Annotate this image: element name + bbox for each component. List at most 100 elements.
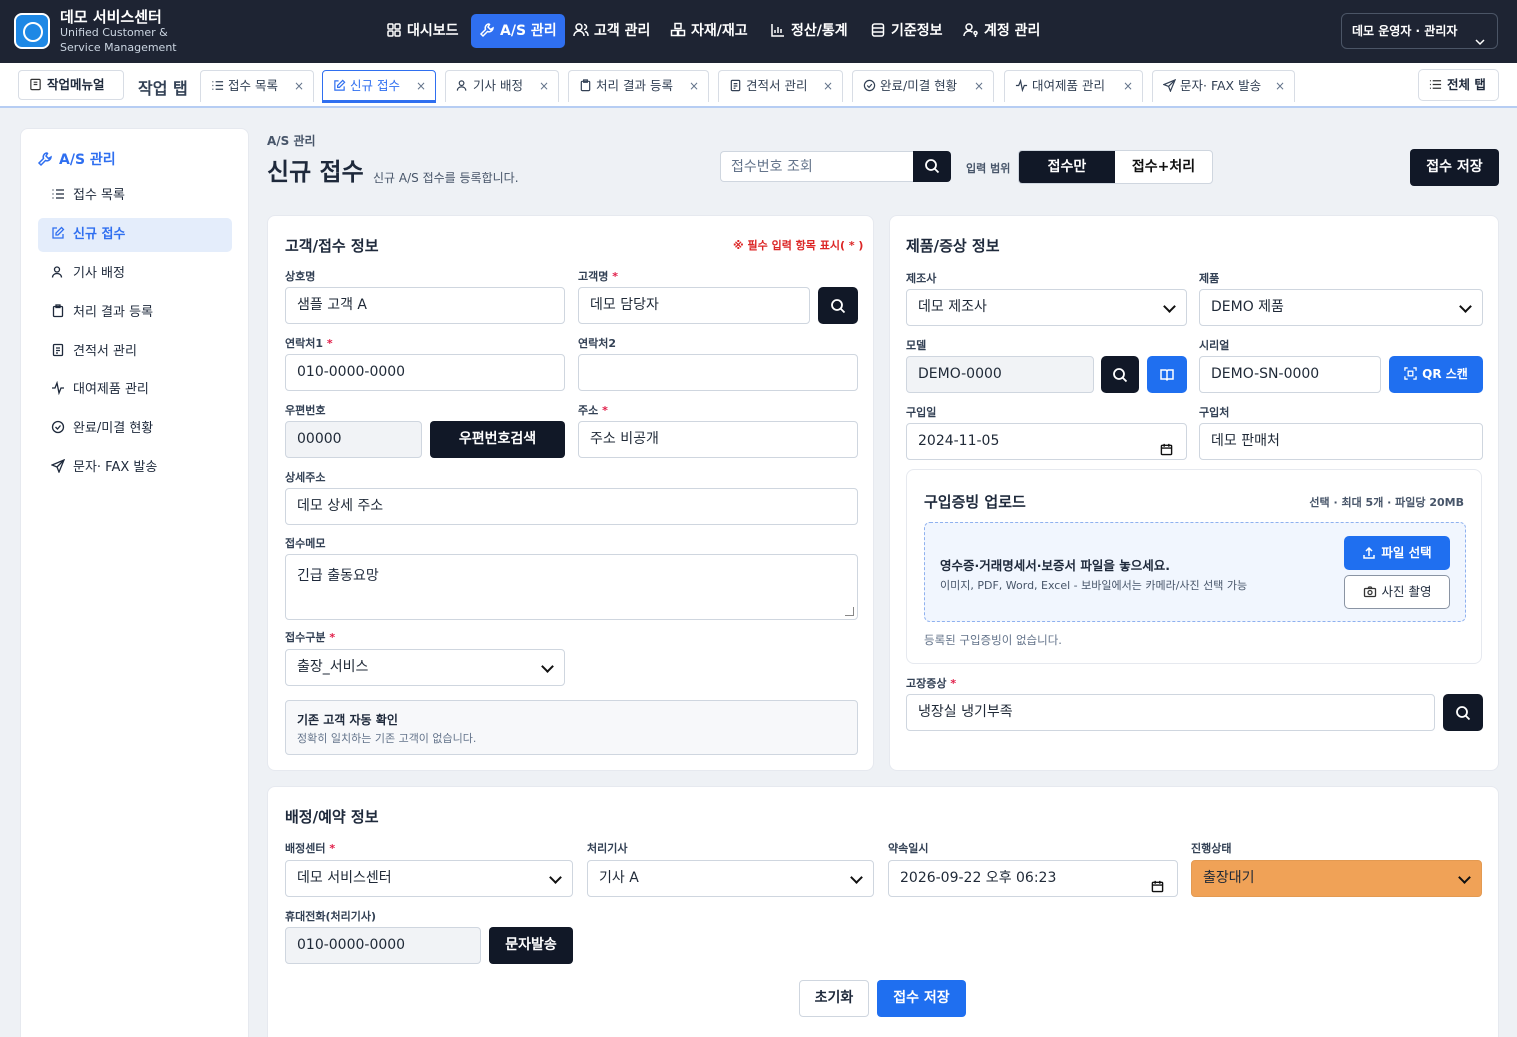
customer-name-field[interactable]: 데모 담당자 [578, 287, 810, 324]
status-select[interactable]: 출장대기 [1191, 860, 1482, 897]
buy-place-field[interactable]: 데모 판매처 [1199, 423, 1483, 460]
address-detail-field[interactable]: 데모 상세 주소 [285, 488, 858, 525]
zip-label: 우편번호 [285, 404, 326, 417]
sidebar-item-completion-status[interactable]: 완료/미결 현황 [38, 412, 232, 446]
tab-rental-products[interactable]: 대여제품 관리 × [1004, 70, 1143, 102]
center-select[interactable]: 데모 서비스센터 [285, 860, 573, 897]
tab-label: 대여제품 관리 [1032, 78, 1105, 93]
nav-as-label: A/S 관리 [500, 23, 557, 39]
tab-completion-status[interactable]: 완료/미결 현황 × [852, 70, 994, 102]
list-icon [211, 79, 224, 92]
phone1-field[interactable]: 010-0000-0000 [285, 354, 565, 391]
sidebar-item-estimates[interactable]: 견적서 관리 [38, 335, 232, 369]
work-manual-button[interactable]: 작업메뉴얼 [18, 70, 124, 100]
serial-field[interactable]: DEMO-SN-0000 [1199, 356, 1381, 393]
user-icon [51, 265, 65, 279]
appointment-field[interactable]: 2026-09-22 오후 06:23 [888, 860, 1178, 897]
file-select-button[interactable]: 파일 선택 [1344, 536, 1450, 570]
sidebar-header: A/S 관리 [37, 149, 116, 169]
buy-date-field[interactable]: 2024-11-05 [906, 423, 1187, 460]
sidebar-item-label: 견적서 관리 [73, 344, 137, 359]
file-drop-zone[interactable]: 영수증·거래명세서·보증서 파일을 놓으세요. 이미지, PDF, Word, … [924, 522, 1466, 622]
sidebar-item-receipt-list[interactable]: 접수 목록 [38, 179, 232, 213]
nav-inventory[interactable]: 자재/재고 [662, 14, 756, 48]
calendar-icon[interactable] [1160, 435, 1173, 456]
model-search-button[interactable] [1101, 356, 1139, 393]
zip-search-button[interactable]: 우편번호검색 [430, 421, 565, 458]
range-receipt-and-process[interactable]: 접수+처리 [1115, 151, 1212, 183]
nav-accounts[interactable]: 계정 관리 [955, 14, 1048, 48]
close-icon[interactable]: × [294, 71, 304, 101]
sidebar-item-label: 처리 결과 등록 [73, 305, 154, 320]
brand-title: 데모 서비스센터 [60, 8, 162, 26]
customer-name-label: 고객명 * [578, 270, 618, 283]
nav-inventory-label: 자재/재고 [691, 23, 748, 39]
nav-as-management[interactable]: A/S 관리 [471, 14, 565, 48]
user-key-icon [963, 22, 979, 38]
product-select[interactable]: DEMO 제품 [1199, 289, 1483, 326]
save-receipt-bottom-button[interactable]: 접수 저장 [877, 980, 966, 1017]
receipt-lookup-input[interactable] [720, 151, 913, 182]
model-guide-button[interactable] [1147, 356, 1187, 393]
tab-receipt-list[interactable]: 접수 목록 × [200, 70, 314, 102]
sidebar-item-new-receipt[interactable]: 신규 접수 [38, 218, 232, 252]
nav-dashboard[interactable]: 대시보드 [378, 14, 467, 48]
phone2-label: 연락처2 [578, 337, 617, 350]
tab-new-receipt[interactable]: 신규 접수 × [322, 70, 436, 103]
user-menu-label: 데모 운영자 · 관리자 [1352, 24, 1458, 38]
sidebar-header-label: A/S 관리 [59, 152, 116, 168]
maker-select[interactable]: 데모 제조사 [906, 289, 1187, 326]
tab-estimates[interactable]: 견적서 관리 × [718, 70, 843, 102]
zip-field[interactable]: 00000 [285, 421, 422, 458]
receipt-type-select[interactable]: 출장_서비스 [285, 649, 565, 686]
close-icon[interactable]: × [1275, 71, 1285, 101]
appointment-value: 2026-09-22 오후 06:23 [900, 870, 1057, 886]
tab-result-entry[interactable]: 처리 결과 등록 × [568, 70, 709, 102]
calendar-icon[interactable] [1151, 872, 1164, 893]
all-tabs-button[interactable]: 전체 탭 [1418, 69, 1499, 101]
symptom-search-button[interactable] [1443, 694, 1483, 731]
memo-textarea[interactable]: 긴급 출동요망 [285, 554, 858, 620]
nav-dashboard-label: 대시보드 [407, 23, 459, 39]
nav-customers[interactable]: 고객 관리 [565, 14, 658, 48]
save-receipt-button[interactable]: 접수 저장 [1410, 149, 1499, 186]
customer-search-button[interactable] [818, 287, 858, 324]
take-photo-button[interactable]: 사진 촬영 [1344, 575, 1450, 609]
no-files-text: 등록된 구입증빙이 없습니다. [924, 633, 1062, 647]
close-icon[interactable]: × [416, 71, 426, 101]
upload-icon [1362, 546, 1376, 560]
reset-button[interactable]: 초기화 [799, 980, 869, 1017]
maker-label: 제조사 [906, 272, 937, 285]
tech-phone-field[interactable]: 010-0000-0000 [285, 927, 481, 964]
sidebar-item-result-entry[interactable]: 처리 결과 등록 [38, 296, 232, 330]
sidebar-item-rental-products[interactable]: 대여제품 관리 [38, 373, 232, 407]
model-field[interactable]: DEMO-0000 [906, 356, 1094, 393]
tab-sms-fax[interactable]: 문자· FAX 발송 × [1152, 70, 1295, 102]
sidebar-item-tech-assign[interactable]: 기사 배정 [38, 257, 232, 291]
user-menu[interactable]: 데모 운영자 · 관리자 [1341, 13, 1498, 49]
close-icon[interactable]: × [974, 71, 984, 101]
close-icon[interactable]: × [539, 71, 549, 101]
page-description: 신규 A/S 접수를 등록합니다. [373, 171, 519, 185]
range-receipt-only[interactable]: 접수만 [1019, 151, 1115, 183]
search-icon [924, 158, 940, 174]
nav-master-data[interactable]: 기준정보 [862, 14, 951, 48]
phone2-field[interactable] [578, 354, 858, 391]
tab-tech-assign[interactable]: 기사 배정 × [445, 70, 559, 102]
close-icon[interactable]: × [823, 71, 833, 101]
receipt-lookup-button[interactable] [913, 151, 951, 182]
company-field[interactable]: 샘플 고객 A [285, 287, 565, 324]
close-icon[interactable]: × [689, 71, 699, 101]
sidebar: A/S 관리 접수 목록 신규 접수 기사 배정 처리 결과 등록 견적서 관리… [20, 128, 249, 1037]
send-sms-button[interactable]: 문자발송 [489, 927, 573, 964]
qr-scan-button[interactable]: QR 스캔 [1389, 356, 1483, 393]
app-logo [14, 13, 50, 49]
nav-settlement[interactable]: 정산/통계 [762, 14, 856, 48]
address-field[interactable]: 주소 비공개 [578, 421, 858, 458]
sidebar-item-sms-fax[interactable]: 문자· FAX 발송 [38, 451, 232, 485]
tech-phone-label: 휴대전화(처리기사) [285, 910, 377, 923]
technician-select[interactable]: 기사 A [587, 860, 874, 897]
buy-place-label: 구입처 [1199, 406, 1230, 419]
symptom-field[interactable]: 냉장실 냉기부족 [906, 694, 1435, 731]
close-icon[interactable]: × [1123, 71, 1133, 101]
